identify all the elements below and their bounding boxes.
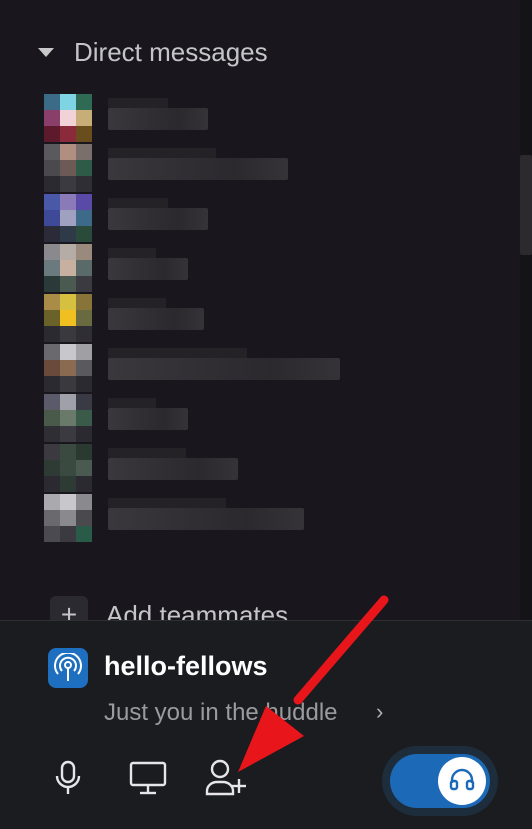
section-title: Direct messages: [74, 36, 268, 67]
huddle-status[interactable]: Just you in the huddle: [104, 699, 338, 727]
dm-name-redacted: [108, 248, 188, 280]
dm-name-redacted: [108, 98, 208, 130]
add-teammates-label: Add teammates: [106, 599, 289, 621]
toggle-knob[interactable]: [438, 757, 486, 805]
dm-name-redacted: [108, 298, 204, 330]
avatar: [44, 494, 92, 542]
direct-messages-list: [44, 92, 514, 542]
dm-name-redacted: [108, 448, 238, 480]
monitor-icon: [129, 761, 167, 800]
caret-down-icon[interactable]: [38, 47, 54, 57]
microphone-button[interactable]: [48, 760, 88, 800]
avatar: [44, 294, 92, 342]
scrollbar-thumb[interactable]: [520, 155, 532, 255]
dm-item[interactable]: [44, 342, 514, 392]
avatar: [44, 94, 92, 142]
avatar: [44, 144, 92, 192]
dm-item[interactable]: [44, 92, 514, 142]
share-screen-button[interactable]: [128, 760, 168, 800]
huddle-channel-name[interactable]: hello-fellows: [104, 651, 268, 682]
dm-item[interactable]: [44, 442, 514, 492]
dm-item[interactable]: [44, 192, 514, 242]
dm-item[interactable]: [44, 242, 514, 292]
sidebar: Direct messages + Add teammates: [0, 0, 532, 620]
dm-item[interactable]: [44, 142, 514, 192]
scrollbar[interactable]: [520, 0, 532, 620]
dm-name-redacted: [108, 198, 208, 230]
dm-item[interactable]: [44, 392, 514, 442]
chevron-right-icon[interactable]: ›: [376, 699, 383, 725]
invite-people-button[interactable]: [205, 759, 247, 802]
add-teammates-button[interactable]: + Add teammates: [50, 596, 288, 620]
dm-name-redacted: [108, 398, 188, 430]
dm-name-redacted: [108, 348, 340, 380]
avatar: [44, 244, 92, 292]
avatar: [44, 444, 92, 492]
dm-name-redacted: [108, 498, 304, 530]
broadcast-icon: [48, 648, 88, 688]
dm-name-redacted: [108, 148, 288, 180]
headphones-icon: [449, 767, 475, 796]
avatar: [44, 194, 92, 242]
section-header-direct-messages[interactable]: Direct messages: [38, 30, 268, 74]
huddle-toggle-frame: [382, 746, 498, 816]
avatar: [44, 344, 92, 392]
huddle-toggle[interactable]: [390, 754, 490, 808]
add-person-icon: [205, 759, 247, 802]
dm-item[interactable]: [44, 492, 514, 542]
plus-icon: +: [50, 596, 88, 620]
dm-item[interactable]: [44, 292, 514, 342]
avatar: [44, 394, 92, 442]
microphone-icon: [53, 760, 83, 801]
